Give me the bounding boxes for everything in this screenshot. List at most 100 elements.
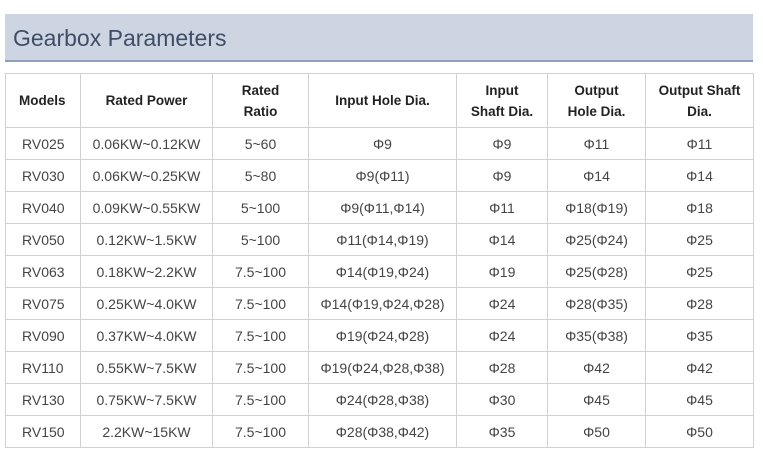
table-cell: Φ18 bbox=[645, 191, 754, 224]
table-row: RV150 2.2KW~15KW 7.5~100 Φ28(Φ38,Φ42) Φ35 Φ50… bbox=[5, 415, 754, 448]
column-header-label: Input Hole Dia. bbox=[335, 93, 430, 108]
column-header: Rated Ratio bbox=[212, 73, 309, 128]
table-cell: Φ14(Φ19,Φ24,Φ28) bbox=[308, 287, 457, 320]
column-header: Models bbox=[5, 73, 81, 128]
column-header-label: Hole Dia. bbox=[567, 103, 626, 119]
table-row: RV040 0.09KW~0.55KW 5~100 Φ9(Φ11,Φ14) Φ11 Φ18… bbox=[5, 191, 754, 224]
table-cell: Φ25(Φ24) bbox=[547, 223, 646, 256]
table-row: RV030 0.06KW~0.25KW 5~80 Φ9(Φ11) Φ9 Φ14 Φ14 bbox=[5, 159, 754, 192]
table-cell: 0.06KW~0.12KW bbox=[80, 127, 213, 160]
table-cell: Φ30 bbox=[456, 383, 548, 416]
table-cell: 7.5~100 bbox=[212, 287, 309, 320]
column-header-label: Models bbox=[19, 93, 66, 108]
table-cell: 7.5~100 bbox=[212, 351, 309, 384]
table-cell: Φ19 bbox=[456, 255, 548, 288]
table-cell: Φ25 bbox=[645, 223, 754, 256]
table-cell: 5~60 bbox=[212, 127, 309, 160]
model-cell: RV150 bbox=[5, 415, 81, 448]
table-cell: 5~100 bbox=[212, 223, 309, 256]
table-cell: 0.06KW~0.25KW bbox=[80, 159, 213, 192]
gearbox-parameters-table: Models Rated Power Rated Ratio Input Hole Di… bbox=[5, 73, 754, 448]
table-row: RV063 0.18KW~2.2KW 7.5~100 Φ14(Φ19,Φ24) Φ19 Φ… bbox=[5, 255, 754, 288]
table-cell: Φ28 bbox=[645, 287, 754, 320]
table-cell: Φ11 bbox=[547, 127, 646, 160]
table-header-row: Models Rated Power Rated Ratio Input Hole Di… bbox=[5, 73, 754, 128]
table-cell: Φ24 bbox=[456, 319, 548, 352]
table-cell: Φ18(Φ19) bbox=[547, 191, 646, 224]
table-cell: 5~100 bbox=[212, 191, 309, 224]
model-cell: RV063 bbox=[5, 255, 81, 288]
column-header-label: Dia. bbox=[687, 103, 712, 119]
table-cell: Φ25 bbox=[645, 255, 754, 288]
table-cell: Φ9(Φ11) bbox=[308, 159, 457, 192]
table-cell: Φ14 bbox=[645, 159, 754, 192]
table-cell: Φ9 bbox=[308, 127, 457, 160]
table-cell: Φ50 bbox=[547, 415, 646, 448]
table-cell: 0.75KW~7.5KW bbox=[80, 383, 213, 416]
section-header: Gearbox Parameters bbox=[5, 14, 753, 62]
table-row: RV090 0.37KW~4.0KW 7.5~100 Φ19(Φ24,Φ28) Φ24 Φ… bbox=[5, 319, 754, 352]
column-header-label: Input bbox=[485, 82, 519, 98]
column-header-label: Ratio bbox=[243, 103, 278, 119]
table-cell: 2.2KW~15KW bbox=[80, 415, 213, 448]
column-header: Rated Power bbox=[80, 73, 213, 128]
table-cell: Φ35 bbox=[456, 415, 548, 448]
table-cell: 0.18KW~2.2KW bbox=[80, 255, 213, 288]
table-cell: Φ11(Φ14,Φ19) bbox=[308, 223, 457, 256]
column-header: Output Hole Dia. bbox=[547, 73, 646, 128]
table-cell: 7.5~100 bbox=[212, 415, 309, 448]
table-cell: Φ35(Φ38) bbox=[547, 319, 646, 352]
table-cell: Φ9 bbox=[456, 159, 548, 192]
column-header-label: Output Shaft bbox=[658, 82, 741, 98]
table-row: RV025 0.06KW~0.12KW 5~60 Φ9 Φ9 Φ11 Φ11 bbox=[5, 127, 754, 160]
table-cell: 0.09KW~0.55KW bbox=[80, 191, 213, 224]
table-cell: Φ24(Φ28,Φ38) bbox=[308, 383, 457, 416]
table-cell: Φ35 bbox=[645, 319, 754, 352]
table-cell: Φ11 bbox=[456, 191, 548, 224]
page-title: Gearbox Parameters bbox=[13, 25, 227, 51]
model-cell: RV110 bbox=[5, 351, 81, 384]
column-header: Output Shaft Dia. bbox=[645, 73, 754, 128]
table-cell: Φ45 bbox=[645, 383, 754, 416]
table-cell: Φ14 bbox=[456, 223, 548, 256]
table-cell: Φ28 bbox=[456, 351, 548, 384]
table-cell: Φ19(Φ24,Φ28) bbox=[308, 319, 457, 352]
table-cell: 7.5~100 bbox=[212, 383, 309, 416]
table-row: RV050 0.12KW~1.5KW 5~100 Φ11(Φ14,Φ19) Φ14 Φ25… bbox=[5, 223, 754, 256]
table-cell: Φ25(Φ28) bbox=[547, 255, 646, 288]
model-cell: RV025 bbox=[5, 127, 81, 160]
table-cell: 0.25KW~4.0KW bbox=[80, 287, 213, 320]
table-row: RV130 0.75KW~7.5KW 7.5~100 Φ24(Φ28,Φ38) Φ30 Φ… bbox=[5, 383, 754, 416]
table-row: RV110 0.55KW~7.5KW 7.5~100 Φ19(Φ24,Φ28,Φ38)… bbox=[5, 351, 754, 384]
model-cell: RV040 bbox=[5, 191, 81, 224]
table-cell: Φ24 bbox=[456, 287, 548, 320]
table-cell: Φ42 bbox=[547, 351, 646, 384]
column-header: Input Hole Dia. bbox=[308, 73, 457, 128]
table-cell: 7.5~100 bbox=[212, 319, 309, 352]
table-cell: Φ9 bbox=[456, 127, 548, 160]
table-cell: 0.55KW~7.5KW bbox=[80, 351, 213, 384]
table-cell: Φ42 bbox=[645, 351, 754, 384]
table-cell: Φ50 bbox=[645, 415, 754, 448]
table-cell: Φ11 bbox=[645, 127, 754, 160]
model-cell: RV050 bbox=[5, 223, 81, 256]
table-cell: 7.5~100 bbox=[212, 255, 309, 288]
table-cell: 0.12KW~1.5KW bbox=[80, 223, 213, 256]
table-cell: Φ14(Φ19,Φ24) bbox=[308, 255, 457, 288]
model-cell: RV090 bbox=[5, 319, 81, 352]
model-cell: RV075 bbox=[5, 287, 81, 320]
table-cell: 0.37KW~4.0KW bbox=[80, 319, 213, 352]
column-header: Input Shaft Dia. bbox=[456, 73, 548, 128]
table-cell: Φ14 bbox=[547, 159, 646, 192]
column-header-label: Rated bbox=[241, 82, 280, 98]
column-header-label: Rated Power bbox=[105, 93, 188, 108]
table-cell: Φ28(Φ35) bbox=[547, 287, 646, 320]
table-cell: Φ9(Φ11,Φ14) bbox=[308, 191, 457, 224]
table-cell: Φ19(Φ24,Φ28,Φ38) bbox=[308, 351, 457, 384]
column-header-label: Output bbox=[574, 82, 619, 98]
table-cell: Φ28(Φ38,Φ42) bbox=[308, 415, 457, 448]
model-cell: RV130 bbox=[5, 383, 81, 416]
table-row: RV075 0.25KW~4.0KW 7.5~100 Φ14(Φ19,Φ24,Φ28)… bbox=[5, 287, 754, 320]
table-cell: Φ45 bbox=[547, 383, 646, 416]
table-cell: 5~80 bbox=[212, 159, 309, 192]
